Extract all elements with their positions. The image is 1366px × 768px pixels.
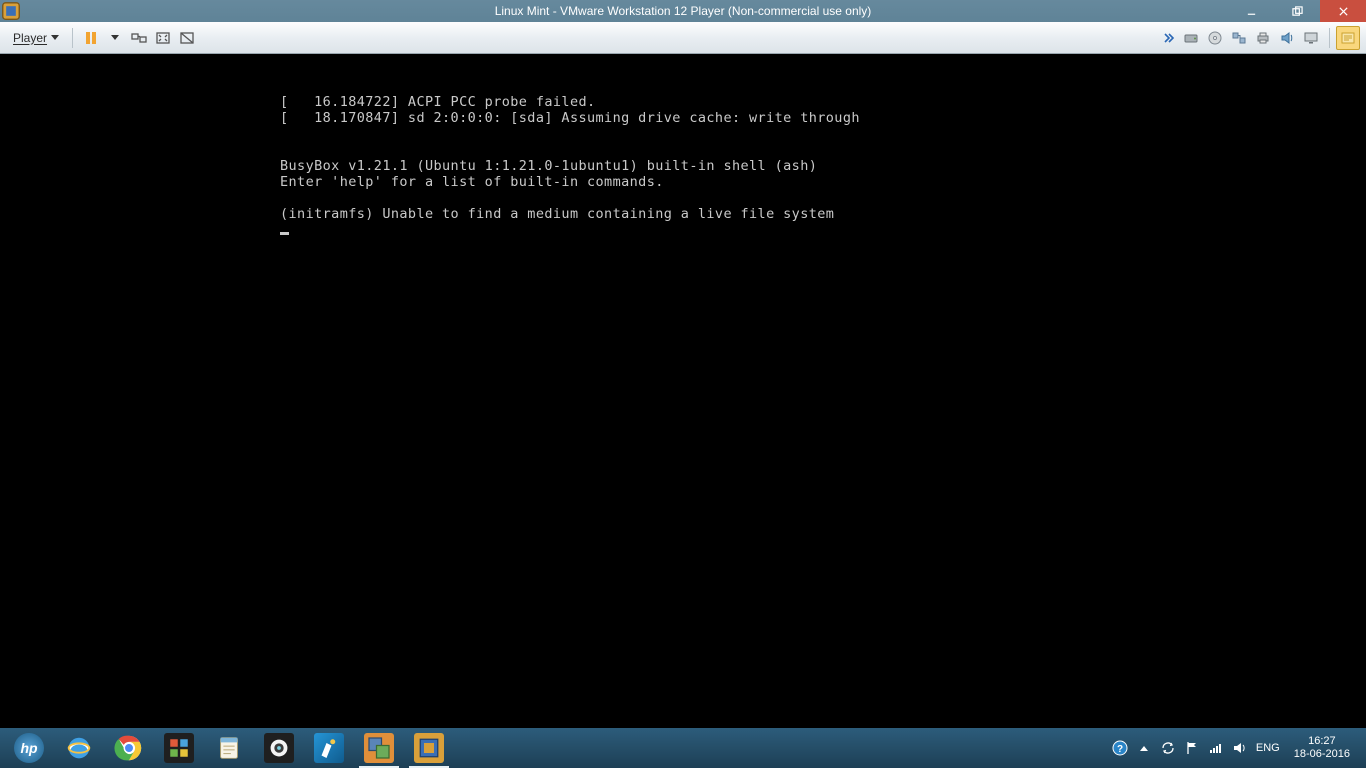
player-menu[interactable]: Player [6,27,66,49]
console-line: Enter 'help' for a list of built-in comm… [280,174,664,190]
taskbar-notepad-button[interactable] [205,731,253,765]
tray-language-label[interactable]: ENG [1256,742,1280,754]
vmware-toolbar: Player [0,22,1366,54]
vm-console[interactable]: [ 16.184722] ACPI PCC probe failed. [ 18… [0,54,1366,728]
sound-card-icon[interactable] [1275,26,1299,50]
hard-disk-icon[interactable] [1179,26,1203,50]
tray-clock[interactable]: 16:27 18-06-2016 [1288,735,1356,761]
cursor-icon [280,232,289,235]
tray-flag-icon[interactable] [1184,740,1200,756]
maximize-button[interactable] [1274,0,1320,22]
system-tray: ? ENG 16:27 18-06-2016 [1112,735,1362,761]
chevron-down-icon [111,35,119,40]
tray-overflow-icon[interactable] [1136,740,1152,756]
window-title: Linux Mint - VMware Workstation 12 Playe… [0,4,1366,18]
tray-time: 16:27 [1294,735,1350,748]
tray-volume-icon[interactable] [1232,740,1248,756]
toolbar-separator [1329,28,1330,48]
console-line: [ 18.170847] sd 2:0:0:0: [sda] Assuming … [280,110,860,126]
unity-mode-button[interactable] [175,26,199,50]
display-icon[interactable] [1299,26,1323,50]
message-log-button[interactable] [1336,26,1360,50]
cd-dvd-icon[interactable] [1203,26,1227,50]
taskbar-vmware-player-button[interactable] [405,731,453,765]
taskbar-ie-button[interactable] [55,731,103,765]
tray-sync-icon[interactable] [1160,740,1176,756]
printer-icon[interactable] [1251,26,1275,50]
console-line: BusyBox v1.21.1 (Ubuntu 1:1.21.0-1ubuntu… [280,158,817,174]
pause-vm-button[interactable] [79,26,103,50]
taskbar-app-puzzle-button[interactable] [155,731,203,765]
help-icon[interactable]: ? [1112,740,1128,756]
collapse-devices-icon[interactable] [1155,26,1179,50]
svg-text:?: ? [1117,744,1123,755]
toolbar-separator [72,28,73,48]
taskbar-camera-button[interactable] [255,731,303,765]
minimize-button[interactable] [1228,0,1274,22]
console-line: (initramfs) Unable to find a medium cont… [280,206,834,222]
send-ctrl-alt-del-button[interactable] [127,26,151,50]
vmware-app-icon [0,0,22,22]
taskbar-hp-button[interactable]: hp [5,731,53,765]
taskbar-chrome-button[interactable] [105,731,153,765]
network-adapter-icon[interactable] [1227,26,1251,50]
close-button[interactable] [1320,0,1366,22]
tray-wifi-icon[interactable] [1208,740,1224,756]
chevron-down-icon [51,35,59,40]
player-menu-label: Player [13,31,47,45]
fullscreen-button[interactable] [151,26,175,50]
window-titlebar: Linux Mint - VMware Workstation 12 Playe… [0,0,1366,22]
windows-taskbar: hp ? ENG [0,728,1366,768]
tray-date: 18-06-2016 [1294,748,1350,761]
console-line: [ 16.184722] ACPI PCC probe failed. [280,94,596,110]
taskbar-vmware-installer-button[interactable] [355,731,403,765]
taskbar-app-rocket-button[interactable] [305,731,353,765]
power-dropdown-button[interactable] [103,26,127,50]
